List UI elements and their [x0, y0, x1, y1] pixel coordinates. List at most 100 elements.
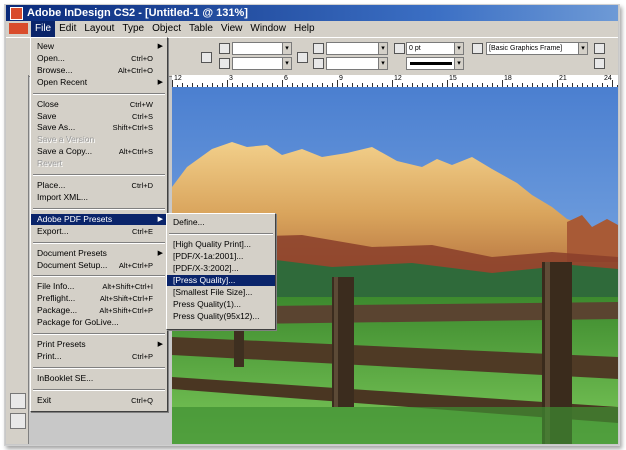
- file-menu-item-print-presets[interactable]: Print Presets ▶: [31, 339, 167, 350]
- document-menu-icon[interactable]: [9, 23, 28, 34]
- file-menu-item-export[interactable]: Export... Ctrl+E: [31, 226, 167, 237]
- shear-angle-field[interactable]: [326, 57, 380, 70]
- menu-separator: [33, 174, 165, 176]
- file-menu-item-document-setup[interactable]: Document Setup... Alt+Ctrl+P: [31, 260, 167, 271]
- file-menu-item-save[interactable]: Save Ctrl+S: [31, 111, 167, 122]
- file-menu-item-save-a-copy[interactable]: Save a Copy... Alt+Ctrl+S: [31, 146, 167, 157]
- shear-dropdown[interactable]: ▾: [378, 57, 388, 70]
- menu-separator: [33, 241, 165, 244]
- menu-item-label: Save: [37, 110, 57, 121]
- menu-separator: [33, 275, 165, 278]
- pdf-preset-item-press-quality-95x12[interactable]: Press Quality(95x12)...: [167, 311, 275, 322]
- menu-separator: [33, 366, 165, 369]
- menu-view[interactable]: View: [217, 21, 247, 37]
- menu-table[interactable]: Table: [185, 21, 217, 37]
- rotation-angle-field[interactable]: [326, 42, 380, 55]
- stroke-weight-value: 0 pt: [409, 45, 421, 52]
- pdf-preset-item-smallest-file-size[interactable]: [Smallest File Size]...: [167, 287, 275, 298]
- menu-item-label: [PDF/X-1a:2001]...: [173, 251, 244, 261]
- ruler-tick: [337, 80, 338, 87]
- link-scale-icon[interactable]: [297, 52, 308, 63]
- pdf-preset-item-press-quality-1[interactable]: Press Quality(1)...: [167, 299, 275, 310]
- menu-item-label: Open Recent: [37, 76, 88, 87]
- tools-panel: [6, 75, 29, 444]
- menu-edit[interactable]: Edit: [55, 21, 80, 37]
- file-menu-item-preflight[interactable]: Preflight... Alt+Shift+Ctrl+F: [31, 293, 167, 304]
- file-menu-item-new[interactable]: New ▶: [31, 41, 167, 52]
- stroke-type-sample: [410, 62, 452, 65]
- menu-item-shortcut: Alt+Shift+Ctrl+F: [99, 294, 153, 304]
- menu-separator: [33, 207, 165, 210]
- menu-item-label: [High Quality Print]...: [173, 239, 251, 249]
- menu-file[interactable]: File: [31, 21, 56, 37]
- constrain-proportions-icon[interactable]: [201, 52, 212, 63]
- submenu-arrow-icon: ▶: [157, 78, 163, 86]
- file-menu-item-file-info[interactable]: File Info... Alt+Shift+Ctrl+I: [31, 281, 167, 292]
- menu-item-label: Import XML...: [37, 191, 89, 202]
- preview-mode-icon[interactable]: [10, 413, 26, 429]
- scale-y-icon: [219, 58, 230, 69]
- pdf-preset-item-pdf-x-3-2002[interactable]: [PDF/X-3:2002]...: [167, 263, 275, 274]
- menu-window[interactable]: Window: [246, 21, 290, 37]
- menu-type[interactable]: Type: [118, 21, 148, 37]
- menu-item-label: Press Quality(95x12)...: [173, 311, 260, 321]
- menu-item-label: Close: [37, 98, 59, 109]
- rotation-dropdown[interactable]: ▾: [378, 42, 388, 55]
- submenu-arrow-icon: ▶: [157, 43, 163, 50]
- menu-item-label: Place...: [37, 180, 66, 190]
- menu-layout[interactable]: Layout: [80, 21, 118, 37]
- object-style-field[interactable]: [Basic Graphics Frame]: [486, 42, 580, 55]
- menu-item-shortcut: Alt+Shift+Ctrl+P: [99, 306, 153, 316]
- pdf-preset-item-press-quality[interactable]: [Press Quality]...: [167, 275, 275, 286]
- file-menu-item-save-a-version: Save a Version: [31, 134, 167, 145]
- file-menu-item-close[interactable]: Close Ctrl+W: [31, 99, 167, 110]
- menu-help[interactable]: Help: [290, 21, 319, 37]
- stroke-weight-field[interactable]: 0 pt: [406, 42, 456, 55]
- pdf-preset-item-high-quality-print[interactable]: [High Quality Print]...: [167, 239, 275, 250]
- shear-icon: [313, 58, 324, 69]
- menu-separator: [33, 388, 165, 391]
- file-menu-item-document-presets[interactable]: Document Presets ▶: [31, 248, 167, 259]
- scale-x-field[interactable]: [232, 42, 284, 55]
- file-menu-item-browse[interactable]: Browse... Alt+Ctrl+O: [31, 65, 167, 76]
- ruler-label: 12: [174, 75, 182, 82]
- stroke-type-dropdown[interactable]: ▾: [454, 57, 464, 70]
- file-menu-item-print[interactable]: Print... Ctrl+P: [31, 351, 167, 362]
- file-menu-item-place[interactable]: Place... Ctrl+D: [31, 180, 167, 191]
- scale-y-dropdown[interactable]: ▾: [282, 57, 292, 70]
- pdf-preset-item-define[interactable]: Define...: [167, 217, 275, 228]
- menu-item-label: Revert: [37, 158, 63, 169]
- menu-item-shortcut: Alt+Shift+Ctrl+I: [102, 282, 153, 292]
- normal-view-icon[interactable]: [10, 393, 26, 409]
- file-menu-item-open[interactable]: Open... Ctrl+O: [31, 53, 167, 64]
- file-menu-item-package-for-golive[interactable]: Package for GoLive...: [31, 317, 167, 328]
- scale-x-dropdown[interactable]: ▾: [282, 42, 292, 55]
- menu-item-label: Define...: [173, 217, 205, 227]
- file-menu-item-exit[interactable]: Exit Ctrl+Q: [31, 395, 167, 406]
- file-menu-item-import-xml[interactable]: Import XML...: [31, 192, 167, 203]
- ruler-tick: [282, 80, 283, 87]
- scale-y-field[interactable]: [232, 57, 284, 70]
- pdf-preset-item-pdf-x-1a-2001[interactable]: [PDF/X-1a:2001]...: [167, 251, 275, 262]
- scale-x-icon: [219, 43, 230, 54]
- file-menu-item-save-as[interactable]: Save As... Shift+Ctrl+S: [31, 122, 167, 133]
- effects-icon[interactable]: [594, 58, 605, 69]
- file-menu-item-revert: Revert: [31, 158, 167, 169]
- ruler-tick: [502, 80, 503, 87]
- file-menu-item-adobe-pdf-presets[interactable]: Adobe PDF Presets ▶: [31, 213, 167, 225]
- menu-item-label: [Press Quality]...: [173, 275, 236, 285]
- file-menu-item-package[interactable]: Package... Alt+Shift+Ctrl+P: [31, 305, 167, 316]
- object-style-dropdown[interactable]: ▾: [578, 42, 588, 55]
- menu-bar: File Edit Layout Type Object Table View Window H…: [6, 21, 618, 37]
- file-menu-item-open-recent[interactable]: Open Recent ▶: [31, 77, 167, 88]
- object-style-icon: [472, 43, 483, 54]
- menu-object[interactable]: Object: [148, 21, 185, 37]
- text-wrap-icon[interactable]: [594, 43, 605, 54]
- stroke-type-field[interactable]: [406, 57, 456, 70]
- file-menu-item-inbooklet-se[interactable]: InBooklet SE...: [31, 373, 167, 384]
- stroke-weight-dropdown[interactable]: ▾: [454, 42, 464, 55]
- menu-item-shortcut: Ctrl+E: [131, 226, 153, 236]
- ruler-tick: [447, 80, 448, 87]
- ruler-label: 15: [449, 75, 457, 82]
- ruler-label: 18: [504, 75, 512, 82]
